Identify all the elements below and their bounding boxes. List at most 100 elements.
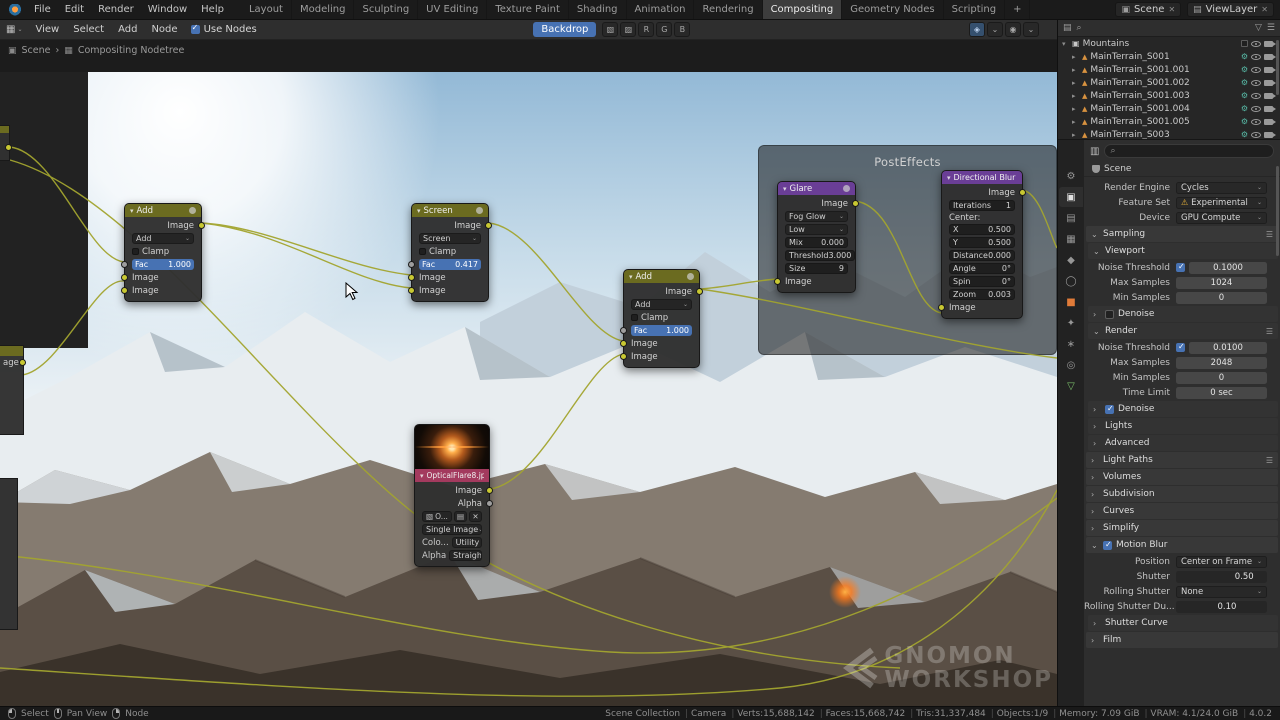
- section-motion-blur[interactable]: ⌄Motion Blur: [1086, 537, 1278, 553]
- expand-icon[interactable]: ▸: [1072, 53, 1079, 61]
- glare-quality-select[interactable]: Low ⌄: [785, 224, 848, 235]
- section-curves[interactable]: › Curves: [1086, 503, 1278, 519]
- render-visibility-icon[interactable]: [1264, 40, 1276, 47]
- render-visibility-icon[interactable]: [1264, 53, 1276, 60]
- blend-mode-select[interactable]: Add ⌄: [132, 233, 194, 244]
- modifier-icon[interactable]: ⚙: [1241, 130, 1248, 139]
- motion-blur-checkbox[interactable]: [1103, 540, 1112, 550]
- outliner-row-object[interactable]: ▸ ▲ MainTerrain_S003 ⚙: [1058, 128, 1280, 139]
- subsection-render[interactable]: ⌄ Render ☰: [1088, 323, 1278, 339]
- socket-image-in[interactable]: [620, 340, 627, 347]
- socket-alpha-out[interactable]: [486, 500, 493, 507]
- properties-scrollbar[interactable]: [1276, 166, 1279, 256]
- distance-field[interactable]: Distance 0.000: [949, 250, 1015, 261]
- node-header[interactable]: ▾ Glare: [778, 182, 855, 195]
- center-y-field[interactable]: Y 0.500: [949, 237, 1015, 248]
- collapse-icon[interactable]: ▾: [417, 207, 421, 215]
- hide-eye-icon[interactable]: [1251, 66, 1261, 73]
- menu-help[interactable]: Help: [194, 0, 231, 19]
- subsection-denoise-viewport[interactable]: › Denoise: [1088, 306, 1278, 322]
- tab-geometry-nodes[interactable]: Geometry Nodes: [842, 0, 944, 19]
- hide-eye-icon[interactable]: [1251, 92, 1261, 99]
- menu-add[interactable]: Add: [111, 20, 144, 39]
- subsection-shutter-curve[interactable]: › Shutter Curve: [1088, 615, 1278, 631]
- render-engine-select[interactable]: Cycles ⌄: [1176, 181, 1267, 194]
- hide-eye-icon[interactable]: [1251, 79, 1261, 86]
- channel-b-button[interactable]: B: [674, 22, 691, 37]
- render-visibility-icon[interactable]: [1264, 131, 1276, 138]
- hide-eye-icon[interactable]: [1251, 105, 1261, 112]
- socket-image-in[interactable]: [620, 353, 627, 360]
- presets-icon[interactable]: ☰: [1266, 456, 1273, 465]
- section-sampling[interactable]: ⌄ Sampling ☰: [1086, 226, 1278, 242]
- render-max-samples-value[interactable]: 2048: [1176, 356, 1267, 369]
- subsection-lights[interactable]: › Lights: [1088, 418, 1278, 434]
- mb-rolling-duration-slider[interactable]: 0.10: [1176, 600, 1267, 613]
- properties-search-field[interactable]: ⌕: [1104, 144, 1274, 158]
- time-limit-value[interactable]: 0 sec: [1176, 386, 1267, 399]
- collapse-icon[interactable]: ▾: [420, 472, 424, 480]
- outliner-row-collection[interactable]: ▾ ▣ Mountains: [1058, 37, 1280, 50]
- render-visibility-icon[interactable]: [1264, 79, 1276, 86]
- node-header[interactable]: ▾ Add: [125, 204, 201, 217]
- expand-icon[interactable]: ▸: [1072, 131, 1079, 139]
- render-visibility-icon[interactable]: [1264, 118, 1276, 125]
- image-datablock-button[interactable]: ▧ O...: [422, 511, 452, 522]
- particles-tab-icon[interactable]: ∗: [1059, 334, 1083, 354]
- object-tab-icon[interactable]: ■: [1059, 292, 1083, 312]
- scene-tab-icon[interactable]: ◆: [1059, 250, 1083, 270]
- node-directional-blur[interactable]: ▾ Directional Blur Image Iterations 1 Cent…: [938, 170, 1026, 319]
- add-workspace-button[interactable]: +: [1005, 0, 1031, 19]
- object-data-tab-icon[interactable]: ▽: [1059, 376, 1083, 396]
- render-tab-icon[interactable]: ▣: [1059, 187, 1083, 207]
- iterations-field[interactable]: Iterations 1: [949, 200, 1015, 211]
- tab-rendering[interactable]: Rendering: [694, 0, 763, 19]
- menu-file[interactable]: File: [27, 0, 58, 19]
- outliner-row-object[interactable]: ▸ ▲ MainTerrain_S001.001 ⚙: [1058, 63, 1280, 76]
- socket-image-out[interactable]: [5, 144, 12, 151]
- tab-modeling[interactable]: Modeling: [292, 0, 355, 19]
- collapse-icon[interactable]: ▾: [947, 174, 951, 182]
- scene-selector[interactable]: ▣ Scene ✕: [1115, 2, 1182, 17]
- section-volumes[interactable]: › Volumes: [1086, 469, 1278, 485]
- socket-fac-in[interactable]: [620, 327, 627, 334]
- menu-select[interactable]: Select: [66, 20, 111, 39]
- unlink-scene-icon[interactable]: ✕: [1168, 5, 1175, 14]
- modifier-icon[interactable]: ⚙: [1241, 117, 1248, 126]
- outliner-options-icon[interactable]: ☰: [1267, 23, 1275, 33]
- backdrop-alpha-icon[interactable]: ▨: [620, 22, 637, 37]
- viewlayer-selector[interactable]: ▤ ViewLayer ✕: [1187, 2, 1274, 17]
- snapping-icon[interactable]: ◈: [969, 22, 985, 37]
- render-visibility-icon[interactable]: [1264, 66, 1276, 73]
- outliner-row-object[interactable]: ▸ ▲ MainTerrain_S001.005 ⚙: [1058, 115, 1280, 128]
- outliner-scrollbar[interactable]: [1276, 40, 1279, 95]
- snapping-dropdown-icon[interactable]: ⌄: [987, 22, 1003, 37]
- denoise-checkbox[interactable]: [1105, 309, 1114, 319]
- socket-image-out[interactable]: [486, 487, 493, 494]
- backdrop-image-icon[interactable]: ▧: [602, 22, 619, 37]
- open-image-button[interactable]: ▤: [454, 511, 467, 522]
- blender-logo-icon[interactable]: [6, 3, 21, 16]
- outliner-row-object[interactable]: ▸ ▲ MainTerrain_S001 ⚙: [1058, 50, 1280, 63]
- menu-view[interactable]: View: [28, 20, 66, 39]
- blend-mode-select[interactable]: Add ⌄: [631, 299, 692, 310]
- physics-tab-icon[interactable]: ◎: [1059, 355, 1083, 375]
- exclude-checkbox[interactable]: [1241, 40, 1248, 47]
- offscreen-node-stub[interactable]: [0, 125, 12, 161]
- expand-icon[interactable]: ▸: [1072, 79, 1079, 87]
- socket-image-in[interactable]: [121, 287, 128, 294]
- hide-eye-icon[interactable]: [1251, 53, 1261, 60]
- mb-shutter-slider[interactable]: 0.50: [1176, 570, 1267, 583]
- socket-fac-in[interactable]: [408, 261, 415, 268]
- socket-image-in[interactable]: [408, 287, 415, 294]
- menu-edit[interactable]: Edit: [58, 0, 91, 19]
- size-value-field[interactable]: Size 9: [785, 263, 848, 274]
- overlays-dropdown-icon[interactable]: ⌄: [1023, 22, 1039, 37]
- glare-type-select[interactable]: Fog Glow ⌄: [785, 211, 848, 222]
- presets-icon[interactable]: ☰: [1266, 327, 1273, 336]
- outliner-row-object[interactable]: ▸ ▲ MainTerrain_S001.002 ⚙: [1058, 76, 1280, 89]
- expand-icon[interactable]: ▾: [1062, 40, 1069, 48]
- center-x-field[interactable]: X 0.500: [949, 224, 1015, 235]
- viewport-max-samples-value[interactable]: 1024: [1176, 276, 1267, 289]
- filter-icon[interactable]: ▽: [1255, 23, 1262, 33]
